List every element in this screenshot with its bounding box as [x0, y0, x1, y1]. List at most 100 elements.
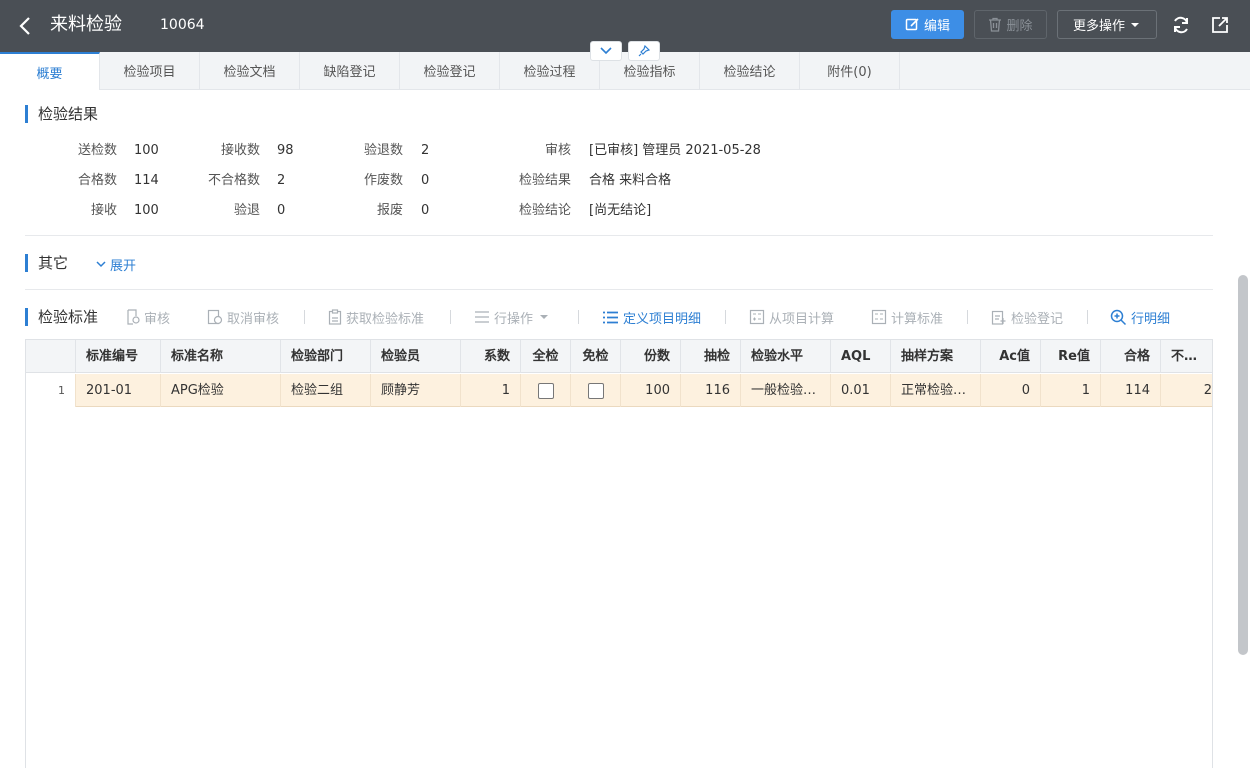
- cell-sample: 116: [681, 374, 741, 407]
- column-header[interactable]: 检验员: [371, 340, 461, 373]
- cell-fail: 2: [1203, 383, 1212, 398]
- list-icon: [603, 311, 618, 323]
- value-scrap: 0: [421, 203, 430, 218]
- label-scrap: 报废: [376, 203, 403, 218]
- label-inspection-result: 检验结果: [518, 173, 571, 188]
- cell-copies: 100: [621, 374, 681, 407]
- standard-code-link[interactable]: 201-01: [76, 374, 161, 407]
- collapse-header-icon[interactable]: [590, 41, 622, 61]
- column-header[interactable]: 合格: [1101, 340, 1161, 373]
- cell-exempt: [571, 374, 621, 407]
- label-recv-qty: 接收数: [220, 143, 260, 158]
- tab-attachments[interactable]: 附件(0): [800, 52, 900, 89]
- cell-re: 1: [1041, 374, 1101, 407]
- value-inspection-result: 合格 来料合格: [589, 173, 672, 188]
- inspection-register-button[interactable]: 检验登记: [991, 308, 1064, 327]
- label-return-qty: 验退数: [363, 143, 403, 158]
- column-header[interactable]: 检验水平: [741, 340, 831, 373]
- column-header[interactable]: 检验部门: [281, 340, 371, 373]
- vertical-scrollbar[interactable]: [1238, 275, 1248, 655]
- value-void-qty: 0: [421, 173, 430, 188]
- cell-level: 一般检验…: [741, 374, 831, 407]
- exempt-checkbox[interactable]: [587, 382, 604, 399]
- column-header[interactable]: Ac值: [981, 340, 1041, 373]
- label-fail-qty: 不合格数: [207, 173, 260, 188]
- fetch-standard-button[interactable]: 获取检验标准: [328, 308, 425, 327]
- cancel-audit-icon: [207, 309, 223, 325]
- tab-inspection-conclusion[interactable]: 检验结论: [700, 52, 800, 89]
- divider: [25, 235, 1213, 236]
- caret-down-icon: [540, 315, 549, 319]
- calc-standard-label: 计算标准: [891, 311, 944, 327]
- column-header[interactable]: 不合格: [1161, 340, 1212, 373]
- delete-button[interactable]: 删除: [974, 10, 1047, 39]
- column-header[interactable]: 免检: [571, 340, 621, 373]
- grid-header-index: [26, 340, 76, 373]
- trash-icon: [989, 17, 1002, 32]
- edit-button[interactable]: 编辑: [891, 10, 964, 39]
- table-row[interactable]: 1 201-01 APG检验 检验二组 顾静芳 1 100 116 一般检验… …: [26, 374, 1212, 407]
- full-check-checkbox[interactable]: [537, 382, 554, 399]
- tab-bar: 概要 检验项目 检验文档 缺陷登记 检验登记 检验过程 检验指标 检验结论 附件…: [0, 52, 1250, 90]
- refresh-icon[interactable]: [1170, 14, 1192, 36]
- inspection-register-label: 检验登记: [1011, 311, 1064, 327]
- toolbar-separator: [1087, 310, 1088, 324]
- column-header[interactable]: 抽样方案: [891, 340, 981, 373]
- row-detail-button[interactable]: 行明细: [1110, 308, 1171, 327]
- more-actions-button[interactable]: 更多操作: [1057, 10, 1157, 39]
- section-title-result: 检验结果: [25, 105, 98, 123]
- value-reject: 0: [277, 203, 286, 218]
- column-header[interactable]: 标准名称: [161, 340, 281, 373]
- define-item-detail-button[interactable]: 定义项目明细: [602, 308, 701, 327]
- toolbar-separator: [725, 310, 726, 324]
- pin-icon[interactable]: [628, 41, 660, 61]
- audit-button[interactable]: 审核: [126, 308, 171, 327]
- column-header[interactable]: AQL: [831, 340, 891, 373]
- column-header[interactable]: 份数: [621, 340, 681, 373]
- zoom-in-icon: [1110, 309, 1127, 325]
- calc-from-item-button[interactable]: 从项目计算: [749, 308, 834, 327]
- column-header[interactable]: 全检: [521, 340, 571, 373]
- grid-header: 标准编号 标准名称 检验部门 检验员 系数 全检 免检 份数 抽检 检验水平 A…: [26, 340, 1212, 373]
- fetch-standard-label: 获取检验标准: [346, 311, 425, 327]
- calc-standard-button[interactable]: 计算标准: [871, 308, 944, 327]
- clipboard-icon: [328, 309, 342, 325]
- row-operations-button[interactable]: 行操作: [474, 308, 551, 327]
- cancel-audit-label: 取消审核: [227, 311, 280, 327]
- value-accept: 100: [134, 203, 159, 218]
- column-header[interactable]: Re值: [1041, 340, 1101, 373]
- audit-icon: [127, 309, 140, 325]
- label-conclusion: 检验结论: [518, 203, 571, 218]
- cell-plan: 正常检验…: [891, 374, 981, 407]
- open-external-icon[interactable]: [1209, 14, 1231, 36]
- back-icon[interactable]: [14, 13, 36, 39]
- cell-ac: 0: [981, 374, 1041, 407]
- cell-pass: 114: [1101, 374, 1161, 407]
- tab-overview[interactable]: 概要: [0, 52, 100, 90]
- toolbar-separator: [967, 310, 968, 324]
- cancel-audit-button[interactable]: 取消审核: [207, 308, 280, 327]
- delete-label: 删除: [1006, 19, 1033, 34]
- tab-defect-register[interactable]: 缺陷登记: [300, 52, 400, 89]
- register-icon: [991, 310, 1006, 325]
- value-conclusion: [尚无结论]: [589, 203, 652, 218]
- standard-grid: 标准编号 标准名称 检验部门 检验员 系数 全检 免检 份数 抽检 检验水平 A…: [25, 339, 1213, 768]
- tab-inspection-process[interactable]: 检验过程: [500, 52, 600, 89]
- expand-toggle[interactable]: 展开: [96, 255, 136, 274]
- edit-icon: [905, 18, 919, 31]
- value-pass-qty: 114: [134, 173, 159, 188]
- column-header[interactable]: 抽检: [681, 340, 741, 373]
- column-header[interactable]: 标准编号: [76, 340, 161, 373]
- column-header[interactable]: 系数: [461, 340, 521, 373]
- value-return-qty: 2: [421, 143, 430, 158]
- tab-inspection-items[interactable]: 检验项目: [100, 52, 200, 89]
- expand-label: 展开: [110, 259, 137, 274]
- calculator-icon: [871, 309, 887, 325]
- row-detail-label: 行明细: [1131, 311, 1171, 327]
- tab-inspection-register[interactable]: 检验登记: [400, 52, 500, 89]
- divider: [25, 289, 1213, 290]
- tab-inspection-docs[interactable]: 检验文档: [200, 52, 300, 89]
- audit-label: 审核: [144, 311, 171, 327]
- edit-label: 编辑: [923, 19, 950, 34]
- label-pass-qty: 合格数: [77, 173, 117, 188]
